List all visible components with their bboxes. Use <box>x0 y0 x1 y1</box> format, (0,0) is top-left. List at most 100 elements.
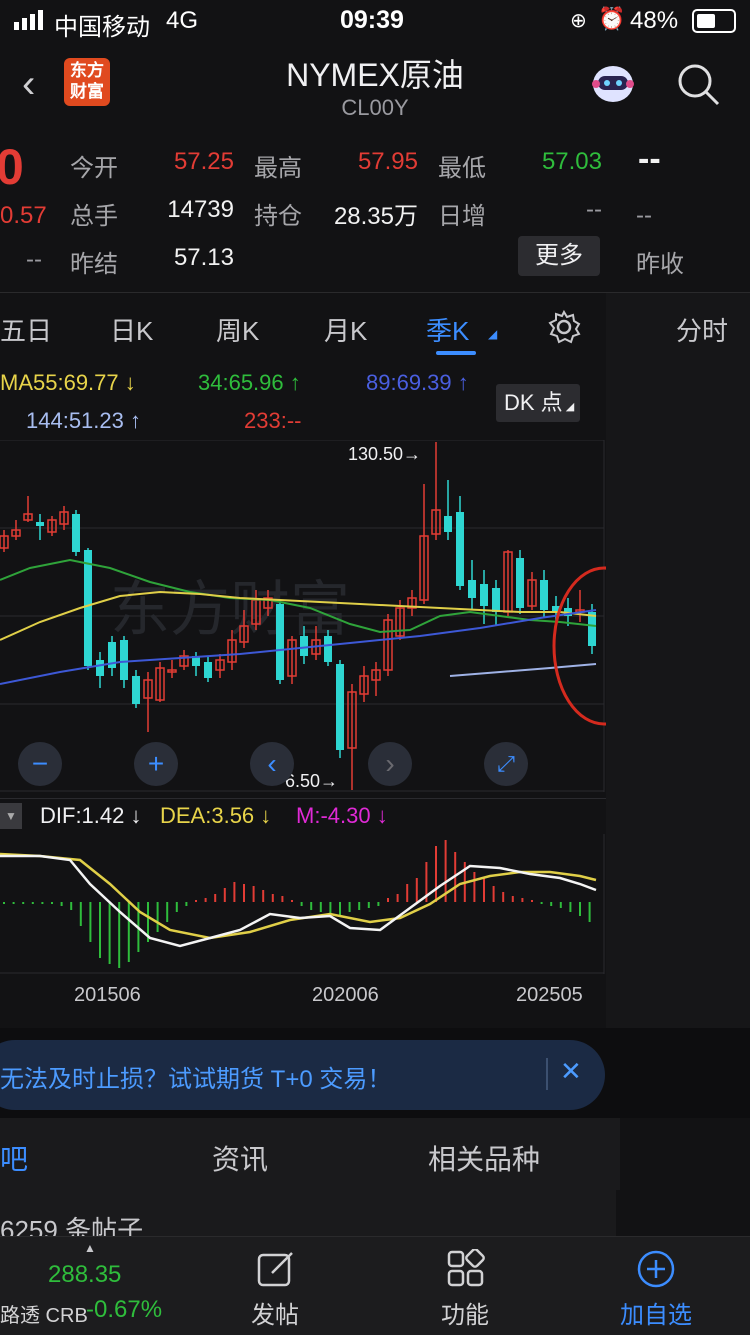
status-bar: 中国移动 4G 09:39 ⊕ ⏰ 48% <box>0 0 750 41</box>
index-value[interactable]: 288.35 <box>48 1261 121 1289</box>
zoom-in-button[interactable]: + <box>134 742 178 786</box>
battery-percent: 48% <box>630 7 679 34</box>
tab-quarter-k[interactable]: 季K <box>426 311 469 348</box>
dk-point-button[interactable]: DK 点 ◢ <box>496 384 580 422</box>
low-value: 57.03 <box>541 148 602 175</box>
network-type: 4G <box>166 7 199 34</box>
ma55-label: MA55:69.77 ↓ <box>0 370 136 395</box>
search-icon[interactable] <box>676 62 720 111</box>
functions-label[interactable]: 功能 <box>426 1295 504 1330</box>
prev-settle-label: 昨结 <box>70 251 118 278</box>
robot-assistant-icon[interactable] <box>590 62 636 106</box>
candle-body <box>204 662 212 678</box>
candle-body <box>276 604 284 680</box>
x-axis: 201506 202006 202505 <box>0 974 606 1028</box>
indicator-switch-button[interactable]: ▼ <box>0 803 22 829</box>
high-price-label: 130.50→ <box>348 444 421 464</box>
macd-histogram <box>3 840 591 968</box>
low-price-label: 6.50→ <box>285 771 338 791</box>
candle-body <box>132 676 140 704</box>
dea-value: DEA:3.56 ↓ <box>160 803 272 828</box>
right-dash: -- <box>636 202 652 229</box>
settle-value: -- <box>638 140 661 178</box>
signal-icon <box>14 10 43 30</box>
promo-banner[interactable]: 无法及时止损？试试期货 T+0 交易！ ✕ <box>0 1040 605 1110</box>
candle-body <box>72 514 80 552</box>
daily-increase-value: -- <box>586 196 602 223</box>
zoom-out-button[interactable]: − <box>18 742 62 786</box>
macd-legend: ▼ DIF:1.42 ↓ DEA:3.56 ↓ M:-4.30 ↓ <box>0 798 606 835</box>
fullscreen-icon[interactable]: ⤢ <box>484 742 528 786</box>
candle-body <box>36 522 44 526</box>
dif-value: DIF:1.42 ↓ <box>40 803 142 828</box>
ma144-label: 144:51.23 ↑ <box>26 408 141 433</box>
volume-value: 14739 <box>167 196 234 223</box>
functions-icon[interactable] <box>446 1248 486 1294</box>
candle-body <box>540 580 548 610</box>
candle-body <box>456 512 464 586</box>
tab-month-k[interactable]: 月K <box>324 311 367 348</box>
tab-active-indicator <box>436 351 476 355</box>
tab-five-day[interactable]: 五日 <box>0 311 52 348</box>
x-tick-2: 202006 <box>312 984 379 1006</box>
open-interest-value: 28.35万 <box>333 203 418 230</box>
ma34-label: 34:65.96 ↑ <box>198 370 301 395</box>
add-watchlist-label[interactable]: 加自选 <box>606 1295 706 1330</box>
battery-icon <box>692 9 736 33</box>
x-tick-3: 202505 <box>516 984 583 1006</box>
index-change[interactable]: -0.67% <box>86 1296 162 1324</box>
ma144-line <box>449 663 597 677</box>
high-value: 57.95 <box>357 148 418 175</box>
low-label: 最低 <box>438 155 486 182</box>
open-interest-label: 持仓 <box>254 203 302 230</box>
kline-chart[interactable]: 东方财富 130.50→ 6.50→ <box>0 440 606 792</box>
tab-related[interactable]: 相关品种 <box>428 1138 540 1178</box>
x-tick-1: 201506 <box>74 984 141 1006</box>
add-watchlist-icon[interactable] <box>636 1249 676 1294</box>
candle-body <box>468 580 476 598</box>
post-button-label[interactable]: 发帖 <box>236 1295 314 1330</box>
close-icon[interactable]: ✕ <box>560 1056 582 1087</box>
settings-gear-icon[interactable] <box>546 309 582 350</box>
ma233-label: 233:-- <box>244 408 302 433</box>
index-name[interactable]: 路透 CRB <box>0 1299 88 1328</box>
carrier: 中国移动 <box>54 14 150 41</box>
candle-body <box>324 636 332 662</box>
symbol-code: CL00Y <box>341 95 409 120</box>
open-value: 57.25 <box>173 148 234 175</box>
last-price: 0 <box>0 139 24 195</box>
alarm-icon: ⏰ <box>598 6 626 31</box>
volume-label: 总手 <box>70 203 118 230</box>
quote-panel: 0 0.57 -- 今开 57.25 最高 57.95 最低 57.03 -- … <box>0 130 750 290</box>
ma89-label: 89:69.39 ↑ <box>366 370 469 395</box>
candle-body <box>336 664 344 750</box>
tab-week-k[interactable]: 周K <box>216 311 259 348</box>
divider <box>546 1058 548 1090</box>
macd-chart[interactable] <box>0 834 606 974</box>
pan-left-button[interactable]: ‹ <box>250 742 294 786</box>
m-value: M:-4.30 ↓ <box>296 803 388 828</box>
bottom-nav: ▲ 288.35 路透 CRB -0.67% 发帖 功能 加自选 <box>0 1236 750 1335</box>
candle-body <box>96 660 104 676</box>
tab-dropdown-icon: ◢ <box>488 327 498 341</box>
tab-intraday[interactable]: 分时 <box>676 311 728 348</box>
prev-settle-value: 57.13 <box>173 244 234 271</box>
posts-bar: 6259 条帖子 <box>0 1190 616 1245</box>
compose-icon[interactable] <box>256 1249 296 1294</box>
tab-news[interactable]: 资讯 <box>212 1138 268 1178</box>
side-panel <box>606 360 750 1028</box>
change-value: 0.57 <box>0 202 47 229</box>
pan-right-button[interactable]: › <box>368 742 412 786</box>
tab-day-k[interactable]: 日K <box>110 311 153 348</box>
prev-close-label: 昨收 <box>636 251 684 278</box>
candle-body <box>84 550 92 666</box>
more-button[interactable]: 更多 <box>518 236 600 276</box>
candle-body <box>480 584 488 606</box>
tab-forum[interactable]: 吧 <box>0 1138 28 1178</box>
candle-body <box>588 612 596 646</box>
candle-body <box>300 636 308 656</box>
period-tabs: 五日 日K 周K 月K 季K ◢ 分时 <box>0 292 750 361</box>
high-label: 最高 <box>254 155 302 182</box>
page-title: NYMEX原油 <box>286 57 464 93</box>
candle-body <box>516 558 524 608</box>
